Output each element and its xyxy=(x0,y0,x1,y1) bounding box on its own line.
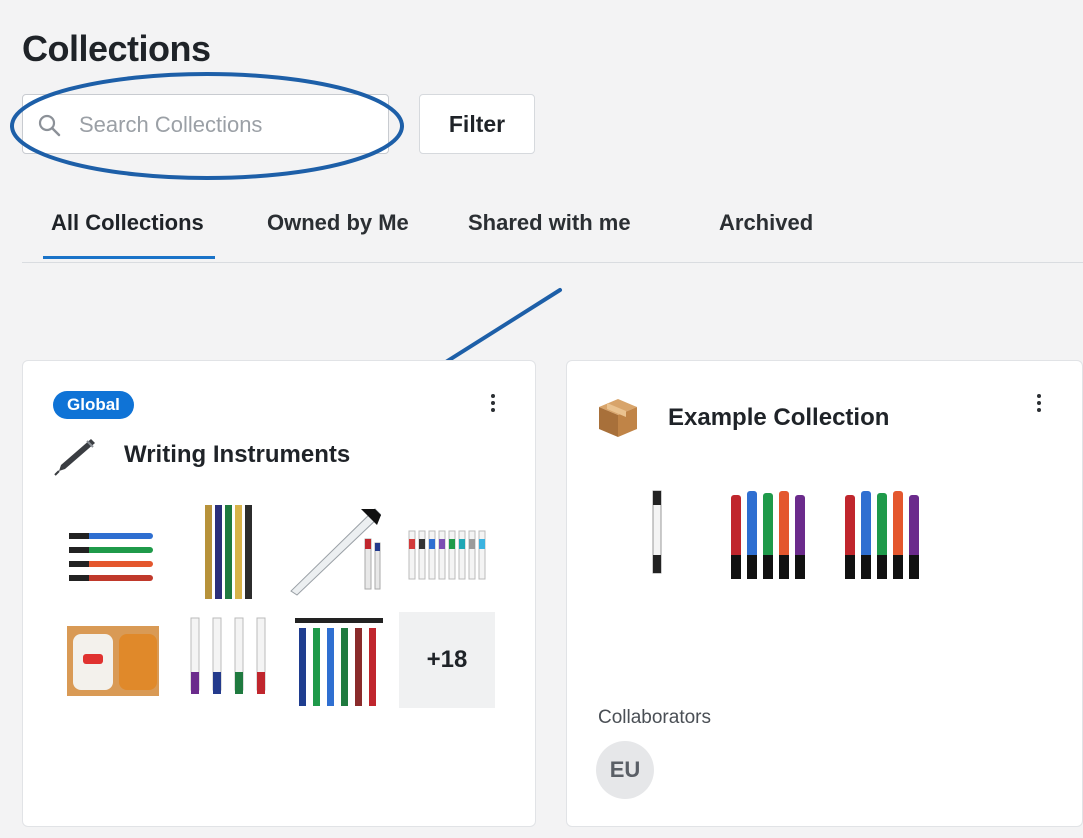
tab-all-collections[interactable]: All Collections xyxy=(51,210,204,236)
product-thumbnail xyxy=(290,508,381,596)
search-input[interactable] xyxy=(77,107,381,143)
tab-bar: All Collections Owned by Me Shared with … xyxy=(22,200,1083,263)
product-thumbnail xyxy=(205,505,252,599)
collaborators-label: Collaborators xyxy=(598,707,711,728)
active-tab-indicator xyxy=(43,256,215,259)
product-thumbnail xyxy=(845,491,919,579)
product-thumbnail xyxy=(731,491,805,579)
more-options-icon[interactable] xyxy=(1029,391,1049,419)
global-badge: Global xyxy=(53,391,134,419)
search-icon xyxy=(38,114,61,137)
box-icon xyxy=(599,399,637,437)
more-options-icon[interactable] xyxy=(483,391,503,419)
search-box[interactable] xyxy=(22,94,389,154)
product-thumbnail xyxy=(408,530,486,580)
product-thumbnail xyxy=(190,617,266,694)
product-thumbnail xyxy=(67,626,159,696)
collection-card-writing-instruments[interactable]: Global Writing Instruments +18 xyxy=(22,360,536,827)
filter-button[interactable]: Filter xyxy=(419,94,535,154)
tab-archived[interactable]: Archived xyxy=(719,210,813,236)
tab-shared-with-me[interactable]: Shared with me xyxy=(468,210,631,236)
pen-icon xyxy=(54,439,95,476)
product-thumbnail xyxy=(652,490,662,574)
avatar[interactable]: EU xyxy=(596,741,654,799)
tab-owned-by-me[interactable]: Owned by Me xyxy=(267,210,409,236)
collection-title: Writing Instruments xyxy=(124,441,351,468)
more-items-tile[interactable]: +18 xyxy=(399,612,495,708)
collection-title: Example Collection xyxy=(668,404,890,431)
product-thumbnail xyxy=(69,533,153,581)
collection-card-example-collection[interactable]: Example Collection Collaborators EU xyxy=(566,360,1083,827)
product-thumbnail xyxy=(295,618,383,706)
page-title: Collections xyxy=(22,28,211,69)
